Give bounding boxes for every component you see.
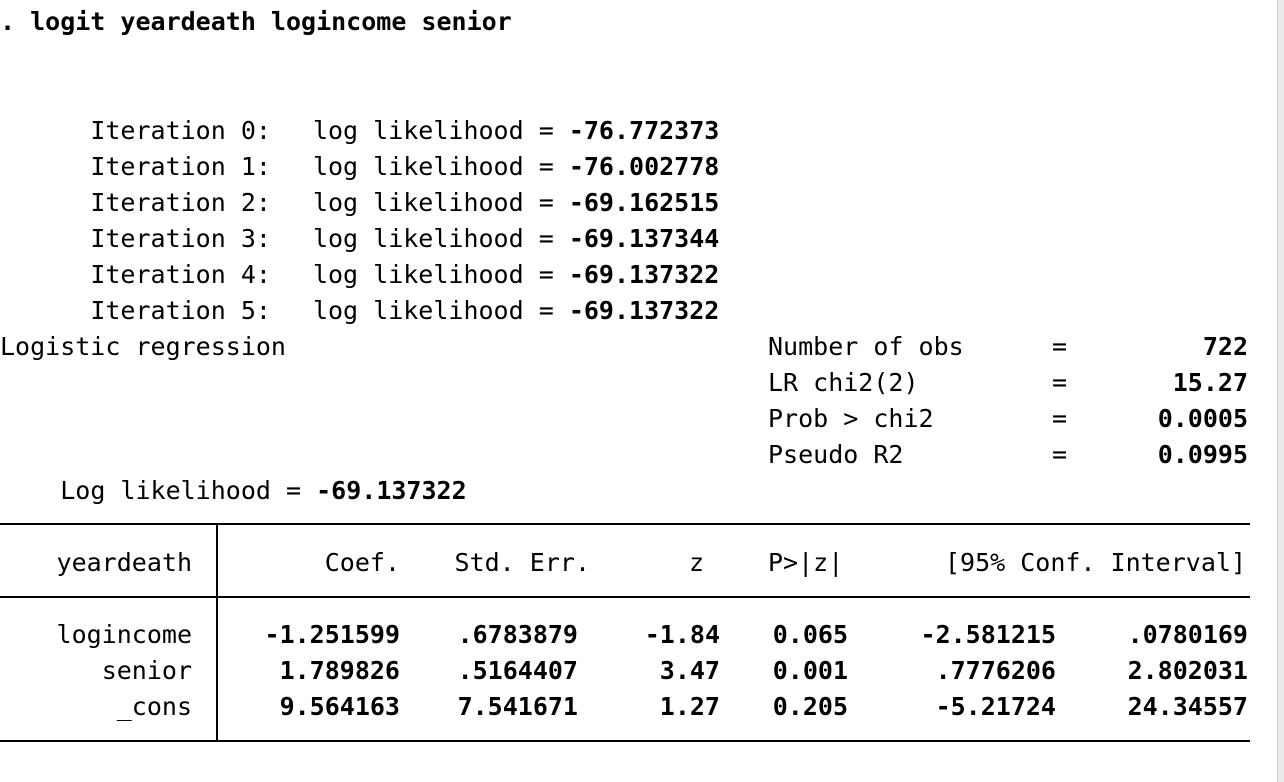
iteration-line: Iteration 2: log likelihood = -69.162515	[0, 149, 719, 217]
iteration-text: log likelihood =	[312, 296, 554, 325]
cell-std-err: .5164407	[457, 656, 578, 685]
row-variable-name: logincome	[56, 620, 192, 649]
cell-std-err: 7.541671	[457, 692, 578, 721]
stat-label: Prob > chi2	[768, 404, 934, 433]
stat-value: 722	[1202, 332, 1248, 361]
iteration-line: Iteration 0: log likelihood = -76.772373	[0, 77, 719, 145]
cell-coef: 9.564163	[279, 692, 400, 721]
cell-ci-upper: 24.34557	[1127, 692, 1248, 721]
stat-equals: =	[1052, 368, 1068, 397]
stat-label: Pseudo R2	[768, 440, 904, 469]
col-header-std-err: Std. Err.	[454, 548, 590, 577]
command-line: . logit yeardeath logincome senior	[0, 7, 512, 36]
row-variable-name: senior	[101, 656, 192, 685]
cell-pvalue: 0.205	[772, 692, 848, 721]
col-header-coef: Coef.	[324, 548, 400, 577]
col-header-conf-interval: [95% Conf. Interval]	[944, 548, 1246, 577]
stat-value: 15.27	[1172, 368, 1248, 397]
stat-equals: =	[1052, 440, 1068, 469]
cell-coef: -1.251599	[264, 620, 400, 649]
cell-ci-lower: .7776206	[935, 656, 1056, 685]
cell-pvalue: 0.065	[772, 620, 848, 649]
table-top-rule	[0, 523, 1250, 525]
stat-value: 0.0995	[1157, 440, 1248, 469]
stat-label: LR chi2(2)	[768, 368, 919, 397]
cell-ci-upper: 2.802031	[1127, 656, 1248, 685]
iteration-line: Iteration 3: log likelihood = -69.137344	[0, 185, 719, 253]
cell-z: 1.27	[659, 692, 720, 721]
iteration-value: -69.137322	[568, 296, 720, 325]
cell-std-err: .6783879	[457, 620, 578, 649]
stat-equals: =	[1052, 404, 1068, 433]
table-divider	[216, 523, 218, 742]
stat-value: 0.0005	[1157, 404, 1248, 433]
iteration-line: Iteration 5: log likelihood = -69.137322	[0, 257, 719, 325]
table-bottom-rule	[0, 740, 1250, 742]
col-header-z: z	[688, 548, 704, 577]
cell-z: 3.47	[659, 656, 720, 685]
log-likelihood-label: Log likelihood =	[60, 476, 302, 505]
stat-label: Number of obs	[768, 332, 964, 361]
cell-ci-lower: -2.581215	[920, 620, 1056, 649]
col-header-pvalue: P>|z|	[768, 548, 844, 577]
table-header-rule	[0, 596, 1250, 598]
iteration-line: Iteration 1: log likelihood = -76.002778	[0, 113, 719, 181]
log-likelihood-line: Log likelihood = -69.137322	[0, 437, 466, 505]
depvar-header: yeardeath	[56, 548, 192, 577]
model-title: Logistic regression	[0, 332, 286, 361]
cell-ci-upper: .0780169	[1127, 620, 1248, 649]
iteration-line: Iteration 4: log likelihood = -69.137322	[0, 221, 719, 289]
stat-equals: =	[1052, 332, 1068, 361]
window-right-edge	[1277, 0, 1284, 782]
log-likelihood-value: -69.137322	[316, 476, 467, 505]
cell-z: -1.84	[644, 620, 720, 649]
iteration-label: Iteration 5:	[90, 296, 271, 325]
cell-coef: 1.789826	[279, 656, 400, 685]
cell-ci-lower: -5.21724	[935, 692, 1056, 721]
cell-pvalue: 0.001	[772, 656, 848, 685]
row-variable-name: _cons	[116, 692, 192, 721]
